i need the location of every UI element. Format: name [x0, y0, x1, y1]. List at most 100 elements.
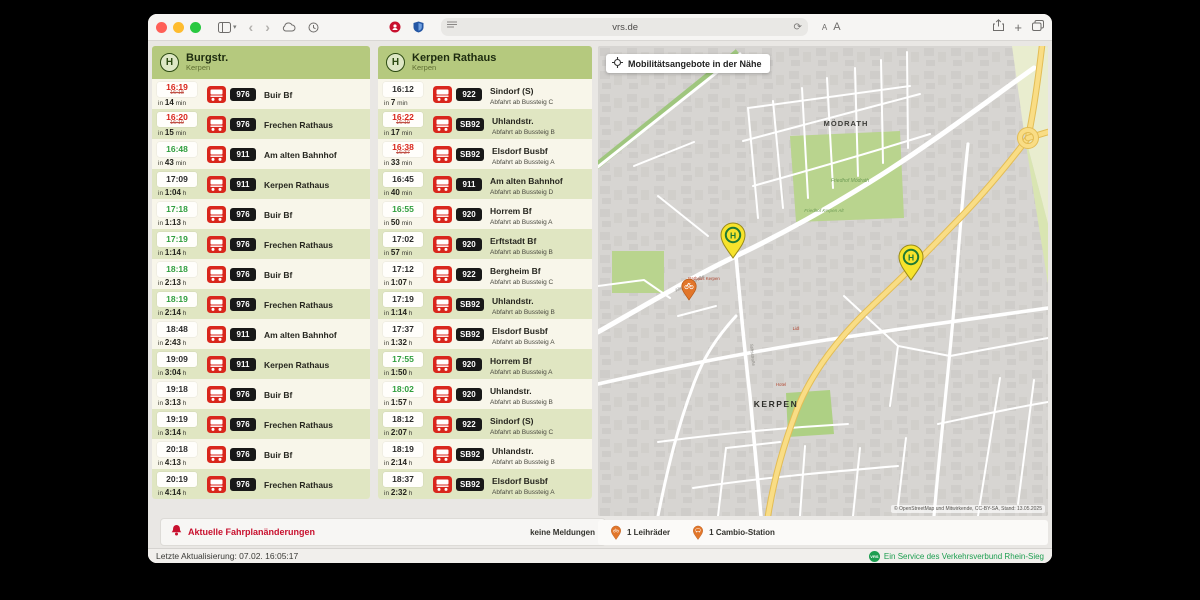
legend-bike-rental: 1 Leihräder	[610, 525, 670, 540]
bus-icon	[207, 266, 226, 283]
countdown: in 1:13 h	[157, 218, 203, 227]
bus-icon	[207, 356, 226, 373]
departure-time: 19:18	[166, 385, 188, 393]
url-field[interactable]: vrs.de ⟳	[441, 18, 808, 36]
text-larger-button[interactable]: A	[833, 21, 840, 33]
time-chip: 17:37	[383, 322, 423, 337]
platform-label: Abfahrt ab Bussteig A	[492, 339, 555, 346]
scheduled-time-struck: 16:19	[170, 121, 184, 126]
line-badge: SB92	[456, 298, 484, 311]
countdown: in 43 min	[157, 158, 203, 167]
platform-label: Abfahrt ab Bussteig D	[490, 189, 563, 196]
departure-time: 16:55	[392, 205, 414, 213]
destination: Buir Bf	[264, 270, 292, 280]
time-chip: 16:45	[383, 172, 423, 187]
carsharing-pin-icon	[692, 525, 704, 540]
last-update-text: Letzte Aktualisierung: 07.02. 16:05:17	[156, 551, 298, 561]
time-chip: 18:12	[383, 412, 423, 427]
new-tab-button[interactable]: +	[1014, 20, 1022, 35]
departure-time: 20:18	[166, 445, 188, 453]
departure-time: 18:12	[392, 415, 414, 423]
countdown: in 4:14 h	[157, 488, 203, 497]
share-button[interactable]	[993, 18, 1004, 36]
bus-icon	[207, 416, 226, 433]
poi-label-hotel: Hotel	[776, 382, 786, 387]
line-badge: SB92	[456, 148, 484, 161]
departure-row: 18:18 in 2:13 h 976 Buir Bf	[152, 259, 370, 289]
extension-blue-icon[interactable]	[410, 19, 427, 35]
line-badge: 976	[230, 298, 256, 311]
map-svg: Alte Landstraße Stiftsstraße Friedhof Mö…	[598, 46, 1048, 516]
countdown: in 57 min	[383, 248, 429, 257]
countdown: in 2:07 h	[383, 428, 429, 437]
time-chip: 17:19	[157, 232, 197, 247]
countdown: in 2:43 h	[157, 338, 203, 347]
close-window-button[interactable]	[156, 22, 167, 33]
time-chip: 17:19	[383, 292, 423, 307]
alert-status: keine Meldungen	[530, 528, 595, 537]
reader-icon[interactable]	[447, 21, 457, 33]
schedule-changes-bar[interactable]: Aktuelle Fahrplanänderungen keine Meldun…	[160, 518, 606, 546]
countdown: in 3:04 h	[157, 368, 203, 377]
time-chip: 20:19	[157, 472, 197, 487]
bus-icon	[433, 236, 452, 253]
map-canvas[interactable]: Alte Landstraße Stiftsstraße Friedhof Mö…	[598, 46, 1048, 516]
tab-overview-button[interactable]	[1032, 18, 1044, 36]
departure-time: 17:09	[166, 175, 188, 183]
departure-row: 19:18 in 3:13 h 976 Buir Bf	[152, 379, 370, 409]
forward-button[interactable]: ›	[262, 19, 273, 35]
reload-button[interactable]: ⟳	[793, 22, 801, 33]
extension-red-icon[interactable]	[386, 19, 404, 35]
board-header: H Kerpen Rathaus Kerpen	[378, 46, 592, 79]
line-badge: 976	[230, 238, 256, 251]
scheduled-time-struck: 16:37	[396, 151, 410, 156]
desktop-background: ▾ ‹ › vrs.de ⟳	[0, 0, 1200, 600]
line-badge: 976	[230, 478, 256, 491]
minimize-window-button[interactable]	[173, 22, 184, 33]
mobility-offers-label: Mobilitätsangebote in der Nähe	[628, 59, 762, 69]
chevron-down-icon: ▾	[233, 24, 237, 31]
time-chip: 17:09	[157, 172, 197, 187]
line-badge: 922	[456, 88, 482, 101]
destination: Am alten Bahnhof	[264, 150, 337, 160]
area-label: Friedhof Mödrath	[831, 178, 869, 184]
destination: Uhlandstr.	[492, 446, 534, 456]
departure-list: 16:19 16:18 in 14 min 976 Buir Bf	[152, 79, 370, 499]
departure-row: 18:19 in 2:14 h 976 Frechen Rathaus	[152, 289, 370, 319]
destination: Elsdorf Busbf	[492, 476, 548, 486]
departure-row: 20:19 in 4:14 h 976 Frechen Rathaus	[152, 469, 370, 499]
countdown: in 1:14 h	[383, 308, 429, 317]
destination: Buir Bf	[264, 390, 292, 400]
time-chip: 16:48	[157, 142, 197, 157]
time-chip: 20:18	[157, 442, 197, 457]
platform-label: Abfahrt ab Bussteig B	[492, 459, 555, 466]
bus-icon	[433, 356, 452, 373]
text-smaller-button[interactable]: A	[822, 23, 827, 32]
sidebar-toggle-button[interactable]: ▾	[215, 20, 240, 35]
text-size-buttons[interactable]: A A	[822, 21, 841, 33]
departure-time: 18:48	[166, 325, 188, 333]
time-chip: 16:38 16:37	[383, 142, 423, 157]
back-button[interactable]: ‹	[246, 19, 257, 35]
countdown: in 1:14 h	[157, 248, 203, 257]
countdown: in 1:04 h	[157, 188, 203, 197]
line-badge: 922	[456, 418, 482, 431]
departure-row: 16:38 16:37 in 33 min SB92 Elsdorf Busbf	[378, 139, 592, 169]
line-badge: 976	[230, 208, 256, 221]
bus-icon	[207, 116, 226, 133]
departure-time: 16:12	[392, 85, 414, 93]
bike-pin-icon	[610, 525, 622, 540]
vrs-logo: VRS	[869, 551, 880, 562]
departure-time: 17:02	[392, 235, 414, 243]
countdown: in 2:14 h	[383, 458, 429, 467]
mobility-offers-button[interactable]: Mobilitätsangebote in der Nähe	[606, 54, 770, 73]
departure-time: 17:19	[166, 235, 188, 243]
clock-icon[interactable]	[305, 20, 322, 35]
departure-time: 17:18	[166, 205, 188, 213]
platform-label: Abfahrt ab Bussteig B	[492, 129, 555, 136]
departure-row: 16:12 in 7 min 922 Sindorf (S)	[378, 79, 592, 109]
zoom-window-button[interactable]	[190, 22, 201, 33]
departure-row: 19:19 in 3:14 h 976 Frechen Rathaus	[152, 409, 370, 439]
cloud-icon[interactable]	[279, 20, 299, 34]
line-badge: 976	[230, 418, 256, 431]
